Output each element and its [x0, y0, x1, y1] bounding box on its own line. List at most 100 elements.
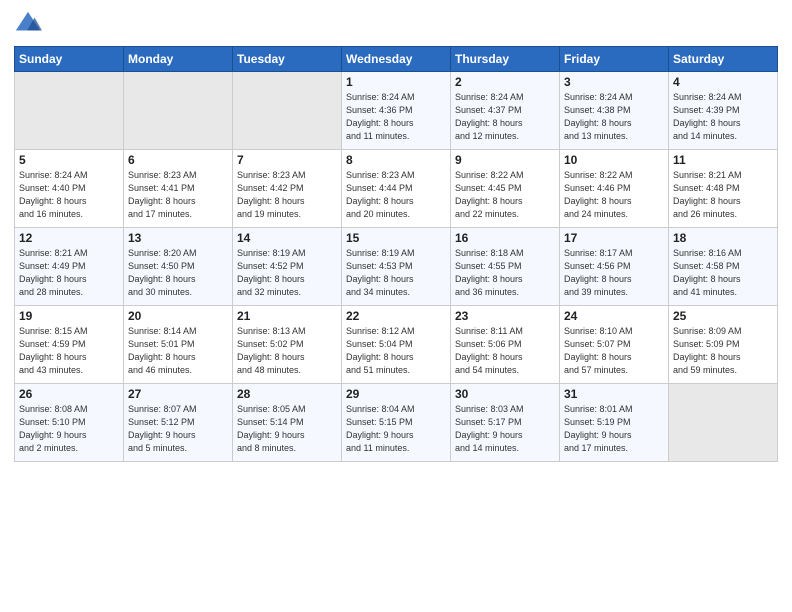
- day-number: 15: [346, 231, 446, 245]
- col-header-wednesday: Wednesday: [342, 47, 451, 72]
- day-number: 9: [455, 153, 555, 167]
- day-info: Sunrise: 8:22 AM Sunset: 4:46 PM Dayligh…: [564, 169, 664, 221]
- day-info: Sunrise: 8:22 AM Sunset: 4:45 PM Dayligh…: [455, 169, 555, 221]
- day-cell: 11Sunrise: 8:21 AM Sunset: 4:48 PM Dayli…: [669, 150, 778, 228]
- day-number: 18: [673, 231, 773, 245]
- day-cell: [124, 72, 233, 150]
- day-cell: 22Sunrise: 8:12 AM Sunset: 5:04 PM Dayli…: [342, 306, 451, 384]
- day-cell: 4Sunrise: 8:24 AM Sunset: 4:39 PM Daylig…: [669, 72, 778, 150]
- day-number: 12: [19, 231, 119, 245]
- day-info: Sunrise: 8:23 AM Sunset: 4:42 PM Dayligh…: [237, 169, 337, 221]
- day-number: 8: [346, 153, 446, 167]
- day-cell: 16 Sunrise: 8:18 AM Sunset: 4:55 PM Dayli…: [451, 228, 560, 306]
- day-number: 31: [564, 387, 664, 401]
- day-number: 20: [128, 309, 228, 323]
- day-cell: 3Sunrise: 8:24 AM Sunset: 4:38 PM Daylig…: [560, 72, 669, 150]
- day-cell: 30Sunrise: 8:03 AM Sunset: 5:17 PM Dayli…: [451, 384, 560, 462]
- day-number: 10: [564, 153, 664, 167]
- day-info: Sunrise: 8:24 AM Sunset: 4:36 PM Dayligh…: [346, 91, 446, 143]
- day-info: Sunrise: 8:24 AM Sunset: 4:38 PM Dayligh…: [564, 91, 664, 143]
- day-number: 16: [455, 231, 555, 245]
- day-cell: 12 Sunrise: 8:21 AM Sunset: 4:49 PM Dayli…: [15, 228, 124, 306]
- col-header-thursday: Thursday: [451, 47, 560, 72]
- day-number: 6: [128, 153, 228, 167]
- day-number: 1: [346, 75, 446, 89]
- day-cell: 8 Sunrise: 8:23 AM Sunset: 4:44 PM Daylig…: [342, 150, 451, 228]
- day-info: Sunrise: 8:17 AM Sunset: 4:56 PM Dayligh…: [564, 247, 664, 299]
- day-info: Sunrise: 8:24 AM Sunset: 4:37 PM Dayligh…: [455, 91, 555, 143]
- day-cell: 29 Sunrise: 8:04 AM Sunset: 5:15 PM Dayli…: [342, 384, 451, 462]
- day-cell: 9 Sunrise: 8:22 AM Sunset: 4:45 PM Daylig…: [451, 150, 560, 228]
- day-cell: 1 Sunrise: 8:24 AM Sunset: 4:36 PM Daylig…: [342, 72, 451, 150]
- day-cell: 25Sunrise: 8:09 AM Sunset: 5:09 PM Dayli…: [669, 306, 778, 384]
- day-number: 21: [237, 309, 337, 323]
- col-header-sunday: Sunday: [15, 47, 124, 72]
- day-info: Sunrise: 8:18 AM Sunset: 4:55 PM Dayligh…: [455, 247, 555, 299]
- day-number: 19: [19, 309, 119, 323]
- day-info: Sunrise: 8:03 AM Sunset: 5:17 PM Dayligh…: [455, 403, 555, 455]
- logo-icon: [14, 10, 42, 38]
- day-info: Sunrise: 8:23 AM Sunset: 4:41 PM Dayligh…: [128, 169, 228, 221]
- day-info: Sunrise: 8:15 AM Sunset: 4:59 PM Dayligh…: [19, 325, 119, 377]
- day-number: 14: [237, 231, 337, 245]
- day-info: Sunrise: 8:20 AM Sunset: 4:50 PM Dayligh…: [128, 247, 228, 299]
- day-cell: [233, 72, 342, 150]
- week-row-4: 19 Sunrise: 8:15 AM Sunset: 4:59 PM Dayli…: [15, 306, 778, 384]
- day-cell: 19 Sunrise: 8:15 AM Sunset: 4:59 PM Dayli…: [15, 306, 124, 384]
- col-header-tuesday: Tuesday: [233, 47, 342, 72]
- day-cell: 2 Sunrise: 8:24 AM Sunset: 4:37 PM Daylig…: [451, 72, 560, 150]
- col-header-friday: Friday: [560, 47, 669, 72]
- day-cell: [15, 72, 124, 150]
- day-cell: 21 Sunrise: 8:13 AM Sunset: 5:02 PM Dayli…: [233, 306, 342, 384]
- day-info: Sunrise: 8:24 AM Sunset: 4:39 PM Dayligh…: [673, 91, 773, 143]
- day-number: 24: [564, 309, 664, 323]
- day-number: 7: [237, 153, 337, 167]
- day-cell: 5Sunrise: 8:24 AM Sunset: 4:40 PM Daylig…: [15, 150, 124, 228]
- logo: [14, 10, 46, 38]
- day-info: Sunrise: 8:23 AM Sunset: 4:44 PM Dayligh…: [346, 169, 446, 221]
- header: [14, 10, 778, 38]
- day-cell: 23Sunrise: 8:11 AM Sunset: 5:06 PM Dayli…: [451, 306, 560, 384]
- day-cell: 10 Sunrise: 8:22 AM Sunset: 4:46 PM Dayli…: [560, 150, 669, 228]
- day-info: Sunrise: 8:16 AM Sunset: 4:58 PM Dayligh…: [673, 247, 773, 299]
- day-cell: 7 Sunrise: 8:23 AM Sunset: 4:42 PM Daylig…: [233, 150, 342, 228]
- day-cell: 13 Sunrise: 8:20 AM Sunset: 4:50 PM Dayli…: [124, 228, 233, 306]
- day-cell: 20 Sunrise: 8:14 AM Sunset: 5:01 PM Dayli…: [124, 306, 233, 384]
- page: SundayMondayTuesdayWednesdayThursdayFrid…: [0, 0, 792, 612]
- week-row-5: 26Sunrise: 8:08 AM Sunset: 5:10 PM Dayli…: [15, 384, 778, 462]
- day-info: Sunrise: 8:21 AM Sunset: 4:49 PM Dayligh…: [19, 247, 119, 299]
- col-header-monday: Monday: [124, 47, 233, 72]
- day-info: Sunrise: 8:10 AM Sunset: 5:07 PM Dayligh…: [564, 325, 664, 377]
- day-number: 13: [128, 231, 228, 245]
- week-row-2: 5Sunrise: 8:24 AM Sunset: 4:40 PM Daylig…: [15, 150, 778, 228]
- day-info: Sunrise: 8:08 AM Sunset: 5:10 PM Dayligh…: [19, 403, 119, 455]
- day-cell: 6 Sunrise: 8:23 AM Sunset: 4:41 PM Daylig…: [124, 150, 233, 228]
- day-number: 2: [455, 75, 555, 89]
- week-row-1: 1 Sunrise: 8:24 AM Sunset: 4:36 PM Daylig…: [15, 72, 778, 150]
- day-info: Sunrise: 8:12 AM Sunset: 5:04 PM Dayligh…: [346, 325, 446, 377]
- day-number: 27: [128, 387, 228, 401]
- day-cell: 31 Sunrise: 8:01 AM Sunset: 5:19 PM Dayli…: [560, 384, 669, 462]
- day-cell: 18 Sunrise: 8:16 AM Sunset: 4:58 PM Dayli…: [669, 228, 778, 306]
- day-cell: 27Sunrise: 8:07 AM Sunset: 5:12 PM Dayli…: [124, 384, 233, 462]
- day-info: Sunrise: 8:13 AM Sunset: 5:02 PM Dayligh…: [237, 325, 337, 377]
- day-number: 11: [673, 153, 773, 167]
- day-cell: [669, 384, 778, 462]
- day-cell: 28Sunrise: 8:05 AM Sunset: 5:14 PM Dayli…: [233, 384, 342, 462]
- day-cell: 17Sunrise: 8:17 AM Sunset: 4:56 PM Dayli…: [560, 228, 669, 306]
- day-info: Sunrise: 8:14 AM Sunset: 5:01 PM Dayligh…: [128, 325, 228, 377]
- day-info: Sunrise: 8:19 AM Sunset: 4:53 PM Dayligh…: [346, 247, 446, 299]
- day-number: 5: [19, 153, 119, 167]
- day-number: 25: [673, 309, 773, 323]
- day-cell: 15 Sunrise: 8:19 AM Sunset: 4:53 PM Dayli…: [342, 228, 451, 306]
- day-number: 23: [455, 309, 555, 323]
- day-cell: 14 Sunrise: 8:19 AM Sunset: 4:52 PM Dayli…: [233, 228, 342, 306]
- day-info: Sunrise: 8:04 AM Sunset: 5:15 PM Dayligh…: [346, 403, 446, 455]
- week-row-3: 12 Sunrise: 8:21 AM Sunset: 4:49 PM Dayli…: [15, 228, 778, 306]
- day-info: Sunrise: 8:19 AM Sunset: 4:52 PM Dayligh…: [237, 247, 337, 299]
- day-number: 29: [346, 387, 446, 401]
- calendar-table: SundayMondayTuesdayWednesdayThursdayFrid…: [14, 46, 778, 462]
- day-cell: 24 Sunrise: 8:10 AM Sunset: 5:07 PM Dayli…: [560, 306, 669, 384]
- day-number: 28: [237, 387, 337, 401]
- day-info: Sunrise: 8:01 AM Sunset: 5:19 PM Dayligh…: [564, 403, 664, 455]
